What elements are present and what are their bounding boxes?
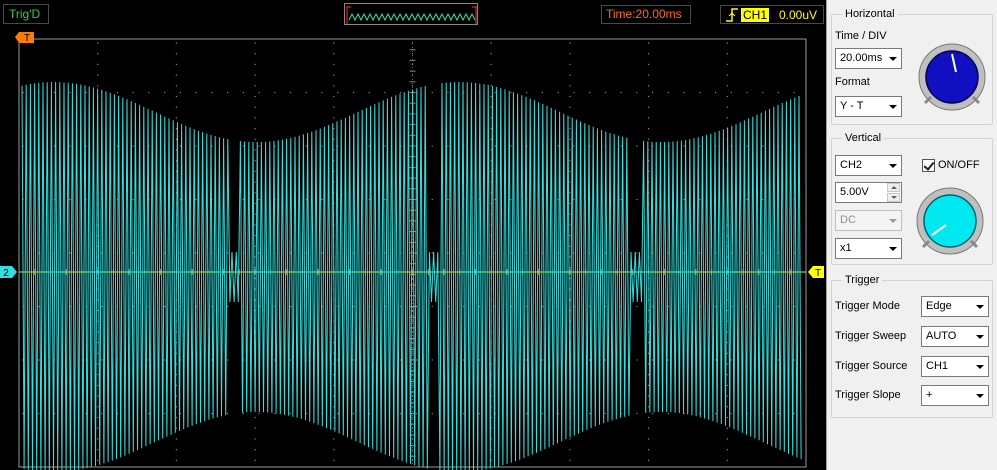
time-base-readout: Time:20.00ms — [601, 5, 691, 24]
scope-screen[interactable]: T 2 T — [0, 30, 826, 470]
spin-down-icon[interactable] — [887, 193, 900, 202]
waveform-overview-graphic — [346, 6, 477, 24]
trigger-slope-select[interactable]: + — [921, 385, 989, 406]
trigger-title: Trigger — [842, 274, 883, 286]
channel-onoff-checkbox[interactable] — [922, 159, 935, 172]
volts-div-spinner[interactable]: 5.00V — [835, 182, 902, 203]
time-div-label: Time / DIV — [835, 30, 887, 42]
chevron-down-icon — [972, 298, 987, 315]
onoff-label: ON/OFF — [938, 159, 980, 171]
chevron-down-icon — [885, 157, 900, 174]
rising-edge-icon — [726, 8, 738, 22]
volts-div-knob[interactable] — [913, 184, 987, 258]
trigger-mode-select[interactable]: Edge — [921, 296, 989, 317]
ch2-offset-marker[interactable]: 2 — [0, 266, 17, 279]
trigger-sweep-select[interactable]: AUTO — [921, 326, 989, 347]
trigger-info: CH1 0.00uV — [720, 5, 824, 24]
trigger-position-marker[interactable]: T — [15, 32, 34, 44]
vertical-channel-select[interactable]: CH2 — [835, 155, 902, 176]
chevron-down-icon — [972, 328, 987, 345]
svg-text:T: T — [815, 268, 821, 279]
chevron-down-icon — [972, 358, 987, 375]
probe-select[interactable]: x1 — [835, 238, 902, 259]
control-panel: Horizontal Time / DIV 20.00ms Format Y -… — [826, 0, 997, 470]
scope-display[interactable]: T 2 T — [0, 30, 826, 470]
svg-text:2: 2 — [3, 268, 9, 279]
horizontal-title: Horizontal — [842, 8, 898, 20]
format-label: Format — [835, 76, 870, 88]
trigger-status: Trig'D — [3, 4, 49, 24]
status-bar: Trig'D Time:20.00ms CH1 0.00uV — [0, 0, 826, 30]
time-div-select[interactable]: 20.00ms — [835, 48, 902, 69]
trigger-source-select[interactable]: CH1 — [921, 356, 989, 377]
trigger-level-readout: 0.00uV — [779, 8, 818, 22]
trigger-slope-label: Trigger Slope — [835, 389, 901, 401]
chevron-down-icon — [885, 98, 900, 115]
ch2-trace — [21, 81, 802, 470]
trigger-channel-badge: CH1 — [741, 8, 770, 22]
trigger-level-marker[interactable]: T — [808, 266, 824, 279]
trigger-mode-label: Trigger Mode — [835, 300, 901, 312]
chevron-down-icon — [972, 387, 987, 404]
time-div-knob[interactable] — [915, 40, 989, 114]
spin-up-icon[interactable] — [887, 183, 900, 192]
trigger-source-label: Trigger Source — [835, 360, 908, 372]
vertical-title: Vertical — [842, 132, 885, 144]
format-select[interactable]: Y - T — [835, 96, 902, 117]
chevron-down-icon — [885, 212, 900, 229]
waveform-overview[interactable] — [344, 3, 478, 25]
chevron-down-icon — [885, 50, 900, 67]
svg-text:T: T — [24, 33, 30, 44]
chevron-down-icon — [885, 240, 900, 257]
trigger-sweep-label: Trigger Sweep — [835, 330, 907, 342]
coupling-select: DC — [835, 210, 902, 231]
